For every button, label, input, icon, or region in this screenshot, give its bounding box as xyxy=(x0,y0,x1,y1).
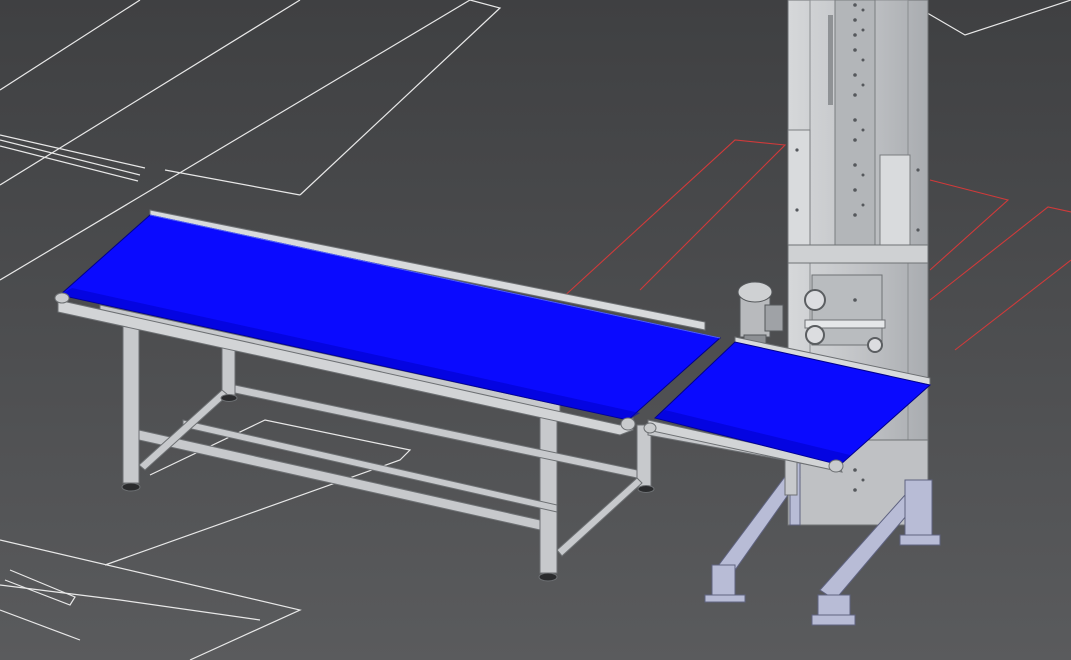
cad-scene[interactable] xyxy=(0,0,1071,660)
cad-3d-viewport[interactable] xyxy=(0,0,1071,660)
